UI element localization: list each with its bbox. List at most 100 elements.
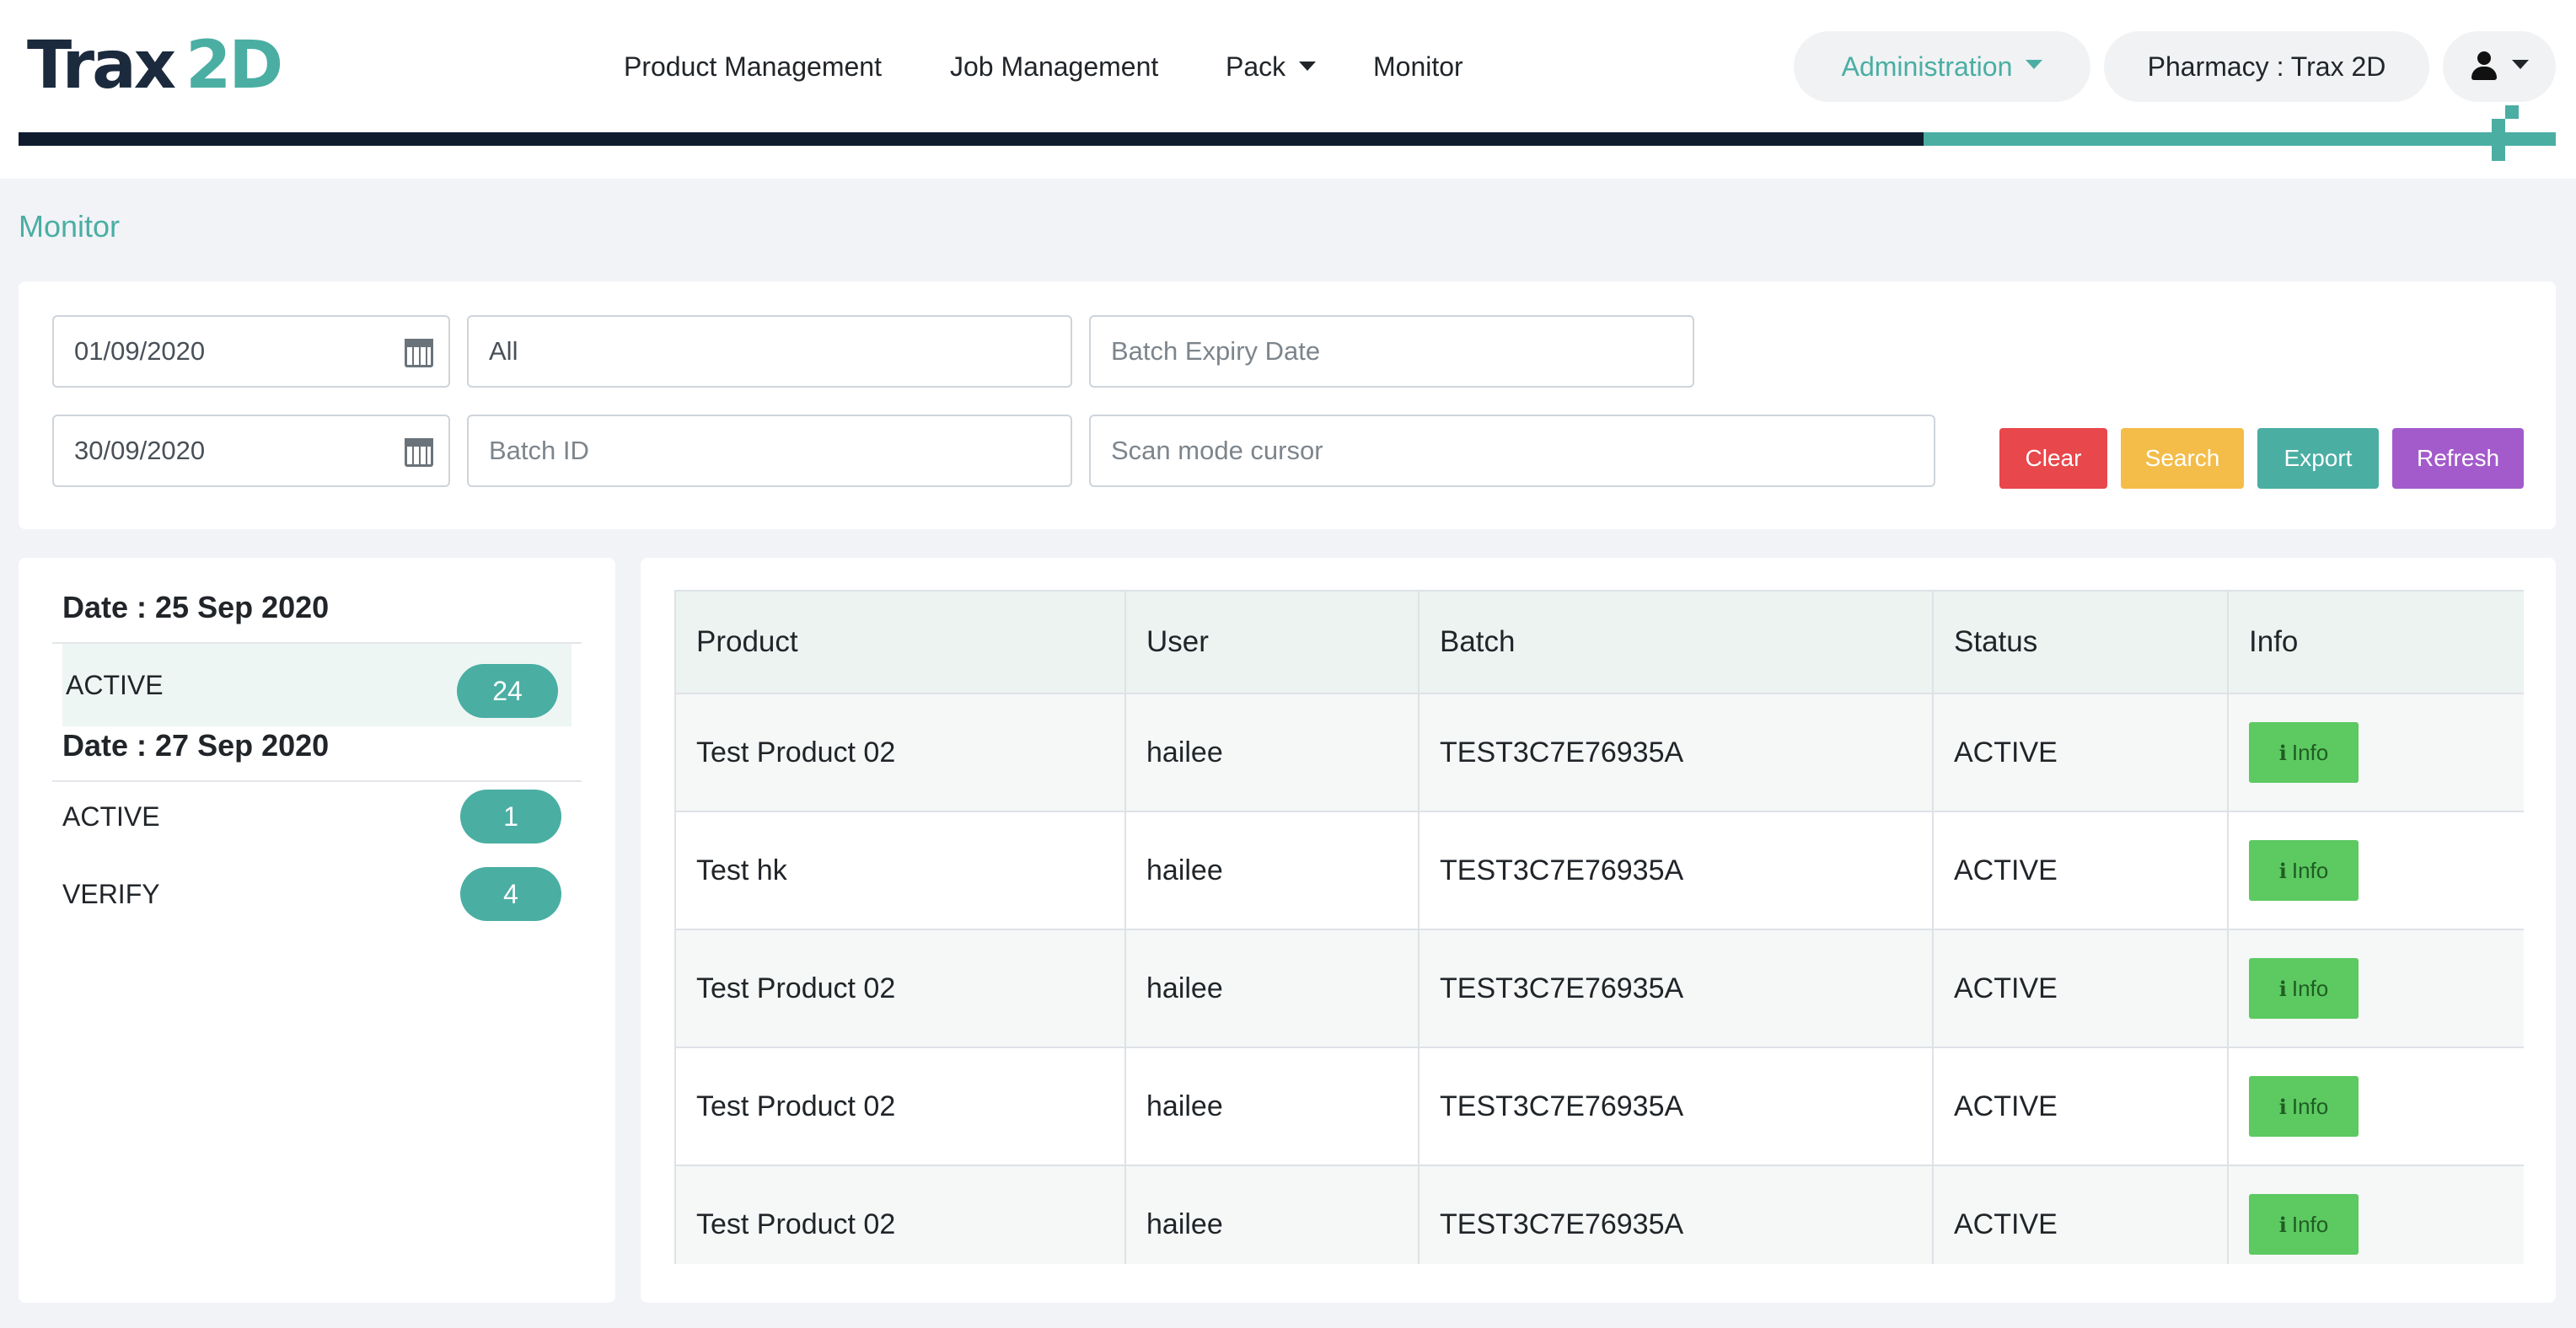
scan-mode-input[interactable]: Scan mode cursor bbox=[1089, 415, 1935, 487]
status-cell: ACTIVE bbox=[1932, 811, 2229, 930]
info-button-label: Info bbox=[2291, 739, 2329, 765]
refresh-button[interactable]: Refresh bbox=[2392, 428, 2524, 489]
info-button-label: Info bbox=[2291, 857, 2329, 883]
clear-button[interactable]: Clear bbox=[1999, 428, 2107, 489]
column-header-product[interactable]: Product bbox=[674, 590, 1126, 694]
nav-job-management[interactable]: Job Management bbox=[950, 46, 1158, 88]
search-button[interactable]: Search bbox=[2121, 428, 2244, 489]
date-from-value: 01/09/2020 bbox=[74, 336, 206, 366]
pixel-decoration bbox=[2492, 119, 2505, 132]
info-button[interactable]: i Info bbox=[2249, 958, 2359, 1019]
table-row[interactable]: Test Product 02 hailee TEST3C7E76935A AC… bbox=[674, 1165, 2524, 1264]
info-button-label: Info bbox=[2291, 1211, 2329, 1237]
info-icon: i bbox=[2278, 1212, 2287, 1237]
date-to-input[interactable]: 30/09/2020 bbox=[52, 415, 450, 487]
info-icon: i bbox=[2278, 740, 2287, 765]
user-menu-button[interactable] bbox=[2443, 31, 2556, 102]
summary-status-row[interactable]: VERIFY 4 bbox=[62, 853, 572, 935]
info-button-label: Info bbox=[2291, 1093, 2329, 1119]
user-icon bbox=[2470, 51, 2498, 82]
product-cell: Test hk bbox=[674, 811, 1126, 930]
table-row[interactable]: Test Product 02 hailee TEST3C7E76935A AC… bbox=[674, 693, 2524, 812]
count-badge: 24 bbox=[457, 664, 558, 718]
top-navbar: Trax 2D Product Management Job Managemen… bbox=[0, 0, 2576, 179]
summary-status-row[interactable]: ACTIVE 1 bbox=[62, 775, 572, 858]
batch-cell: TEST3C7E76935A bbox=[1418, 1165, 1934, 1264]
user-cell: hailee bbox=[1124, 929, 1419, 1048]
administration-dropdown[interactable]: Administration bbox=[1794, 31, 2090, 102]
info-icon: i bbox=[2278, 1094, 2287, 1119]
batch-id-placeholder: Batch ID bbox=[489, 436, 589, 465]
date-to-value: 30/09/2020 bbox=[74, 436, 206, 465]
scan-mode-placeholder: Scan mode cursor bbox=[1111, 436, 1323, 465]
product-cell: Test Product 02 bbox=[674, 1047, 1126, 1166]
nav-monitor[interactable]: Monitor bbox=[1373, 46, 1463, 88]
status-cell: ACTIVE bbox=[1932, 1165, 2229, 1264]
user-cell: hailee bbox=[1124, 693, 1419, 812]
summary-status-label: ACTIVE bbox=[66, 669, 164, 700]
header-bar-teal bbox=[1924, 132, 2556, 146]
table-scroll-area[interactable]: Product User Batch Status Info Test Prod… bbox=[674, 590, 2524, 1264]
user-cell: hailee bbox=[1124, 1047, 1419, 1166]
table-row[interactable]: Test hk hailee TEST3C7E76935A ACTIVE i In… bbox=[674, 811, 2524, 930]
pharmacy-selector[interactable]: Pharmacy : Trax 2D bbox=[2104, 31, 2429, 102]
summary-date-heading: Date : 27 Sep 2020 bbox=[62, 728, 330, 763]
nav-product-management[interactable]: Product Management bbox=[624, 46, 882, 88]
info-cell: i Info bbox=[2227, 1047, 2524, 1166]
batch-expiry-date-input[interactable]: Batch Expiry Date bbox=[1089, 315, 1694, 388]
column-header-user[interactable]: User bbox=[1124, 590, 1419, 694]
table-header-row: Product User Batch Status Info bbox=[674, 590, 2524, 694]
product-cell: Test Product 02 bbox=[674, 929, 1126, 1048]
product-cell: Test Product 02 bbox=[674, 693, 1126, 812]
info-button[interactable]: i Info bbox=[2249, 722, 2359, 783]
export-button[interactable]: Export bbox=[2257, 428, 2379, 489]
info-cell: i Info bbox=[2227, 929, 2524, 1048]
info-button[interactable]: i Info bbox=[2249, 1076, 2359, 1137]
batch-expiry-placeholder: Batch Expiry Date bbox=[1111, 336, 1321, 366]
batch-id-input[interactable]: Batch ID bbox=[467, 415, 1072, 487]
chevron-down-icon bbox=[2026, 59, 2043, 69]
chevron-down-icon bbox=[1299, 62, 1317, 72]
summary-date-heading: Date : 25 Sep 2020 bbox=[62, 590, 330, 624]
batch-cell: TEST3C7E76935A bbox=[1418, 1047, 1934, 1166]
column-header-status[interactable]: Status bbox=[1932, 590, 2229, 694]
administration-label: Administration bbox=[1841, 51, 2013, 82]
info-button[interactable]: i Info bbox=[2249, 840, 2359, 901]
batch-table: Product User Batch Status Info Test Prod… bbox=[674, 590, 2524, 1264]
page-title: Monitor bbox=[19, 209, 121, 244]
batch-cell: TEST3C7E76935A bbox=[1418, 929, 1934, 1048]
info-icon: i bbox=[2278, 858, 2287, 883]
date-from-input[interactable]: 01/09/2020 bbox=[52, 315, 450, 388]
column-header-batch[interactable]: Batch bbox=[1418, 590, 1934, 694]
info-cell: i Info bbox=[2227, 811, 2524, 930]
status-select-value: All bbox=[489, 336, 518, 366]
summary-status-row[interactable]: ACTIVE 24 bbox=[62, 644, 572, 726]
product-cell: Test Product 02 bbox=[674, 1165, 1126, 1264]
nav-pack-dropdown[interactable]: Pack bbox=[1226, 46, 1317, 88]
pixel-decoration bbox=[2505, 105, 2519, 119]
calendar-icon[interactable] bbox=[405, 438, 433, 467]
info-icon: i bbox=[2278, 976, 2287, 1001]
status-cell: ACTIVE bbox=[1932, 1047, 2229, 1166]
count-badge: 1 bbox=[460, 790, 561, 843]
batch-table-panel: Product User Batch Status Info Test Prod… bbox=[641, 558, 2556, 1303]
status-cell: ACTIVE bbox=[1932, 929, 2229, 1048]
batch-cell: TEST3C7E76935A bbox=[1418, 811, 1934, 930]
table-row[interactable]: Test Product 02 hailee TEST3C7E76935A AC… bbox=[674, 1047, 2524, 1166]
chevron-down-icon bbox=[2512, 59, 2529, 69]
batch-cell: TEST3C7E76935A bbox=[1418, 693, 1934, 812]
info-cell: i Info bbox=[2227, 693, 2524, 812]
summary-status-label: ACTIVE bbox=[62, 801, 160, 832]
table-row[interactable]: Test Product 02 hailee TEST3C7E76935A AC… bbox=[674, 929, 2524, 1048]
summary-status-label: VERIFY bbox=[62, 878, 160, 909]
calendar-icon[interactable] bbox=[405, 339, 433, 367]
header-bar-dark bbox=[19, 132, 1924, 146]
user-cell: hailee bbox=[1124, 1165, 1419, 1264]
status-select[interactable]: All bbox=[467, 315, 1072, 388]
nav-pack-label: Pack bbox=[1226, 51, 1286, 82]
status-cell: ACTIVE bbox=[1932, 693, 2229, 812]
info-button[interactable]: i Info bbox=[2249, 1194, 2359, 1255]
count-badge: 4 bbox=[460, 867, 561, 921]
info-cell: i Info bbox=[2227, 1165, 2524, 1264]
info-button-label: Info bbox=[2291, 975, 2329, 1001]
